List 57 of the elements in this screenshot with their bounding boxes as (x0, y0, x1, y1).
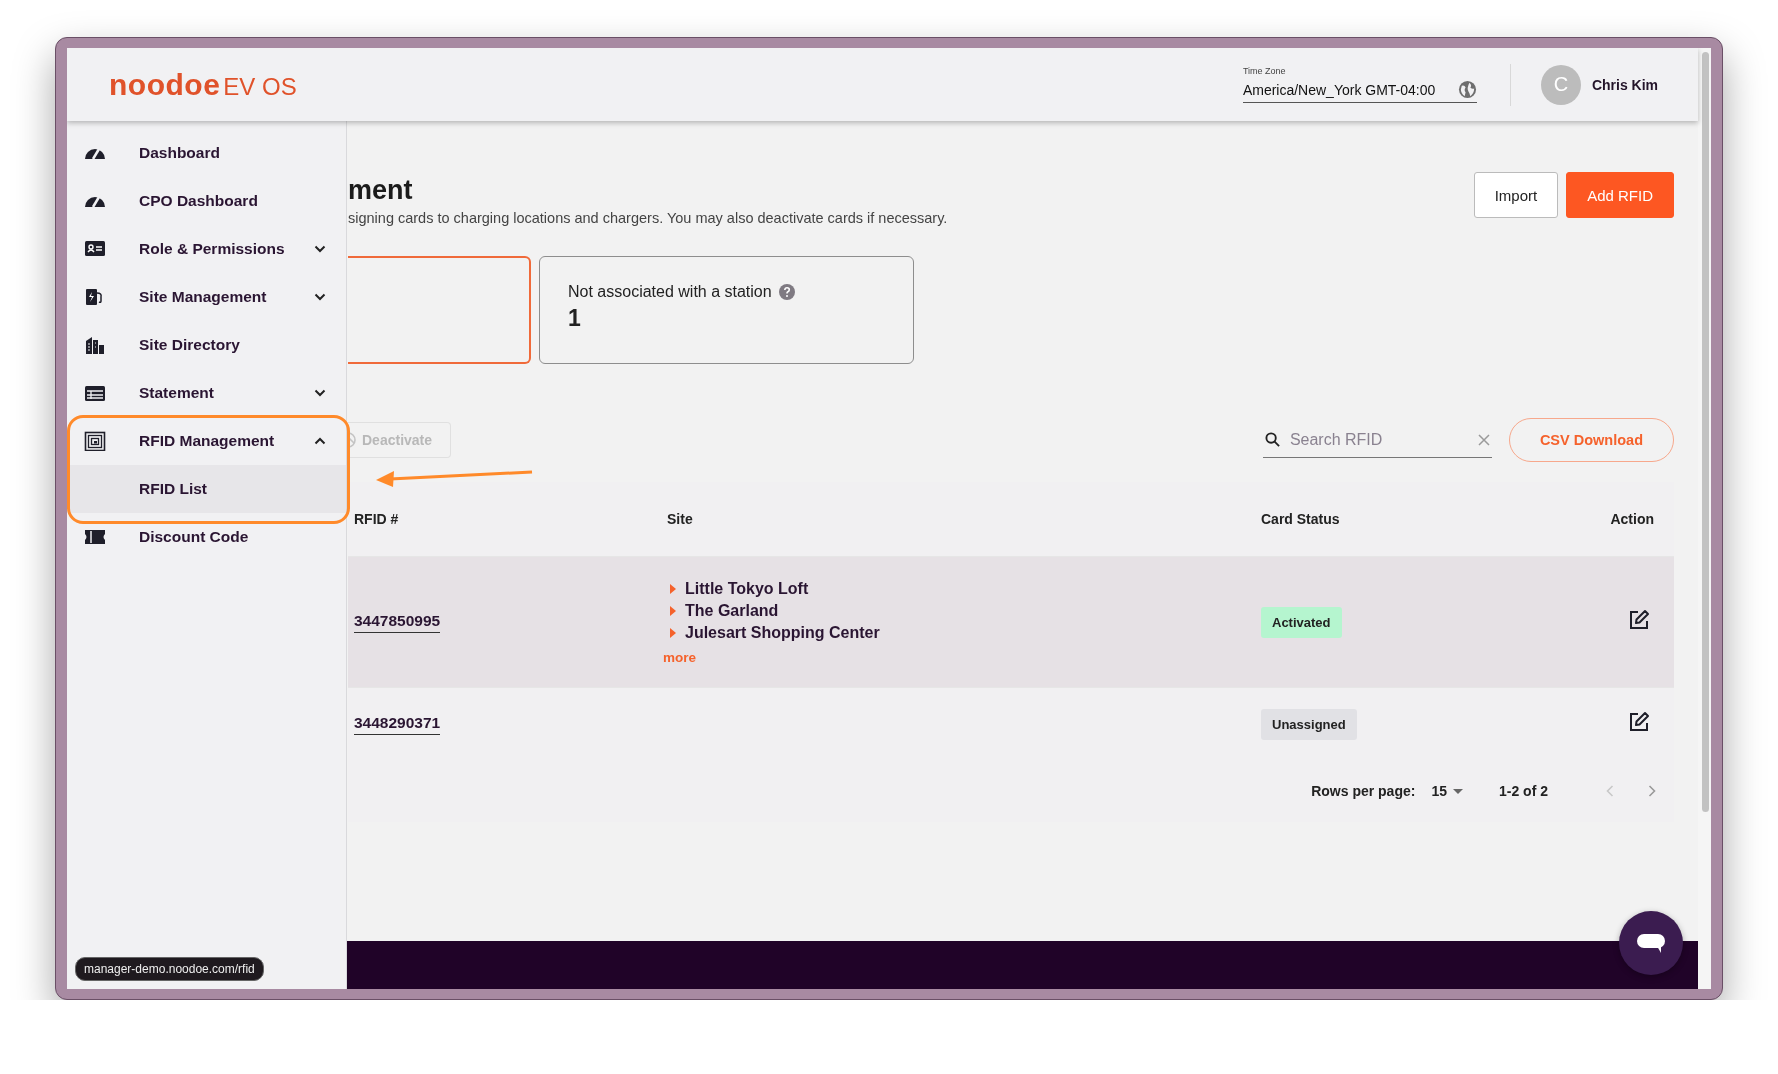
url-tooltip: manager-demo.noodoe.com/rfid (75, 957, 264, 981)
next-page-icon[interactable] (1648, 785, 1656, 797)
caret-right-icon (669, 605, 677, 616)
site-name: Little Tokyo Loft (685, 579, 809, 598)
avatar: C (1540, 64, 1581, 105)
import-button[interactable]: Import (1473, 172, 1559, 218)
rfid-card-icon (84, 431, 106, 451)
summary-card[interactable] (348, 256, 531, 364)
caret-right-icon (669, 627, 677, 638)
building-icon (84, 335, 106, 355)
site-name: The Garland (685, 601, 779, 620)
card-value: 1 (568, 305, 581, 332)
sidebar-item[interactable]: Role & Permissions (67, 225, 346, 273)
rfid-link[interactable]: 3448290371 (354, 713, 441, 735)
status-badge: Unassigned (1261, 708, 1357, 740)
caret-right-icon (669, 583, 677, 594)
logo: noodoe EV OS (108, 66, 298, 103)
sidebar-item[interactable]: RFID Management (67, 417, 346, 465)
sidebar-item[interactable]: Site Directory (67, 321, 346, 369)
rfid-link[interactable]: 3447850995 (354, 611, 441, 633)
sidebar-subitem[interactable]: RFID List (67, 465, 346, 513)
globe-icon (1457, 80, 1477, 99)
time-zone-label: Time Zone (1242, 66, 1286, 76)
table-icon (84, 383, 106, 403)
id-card-icon (84, 239, 106, 259)
edit-icon[interactable] (1628, 609, 1650, 631)
sidebar-item[interactable]: Site Management (67, 273, 346, 321)
blocked-icon (348, 432, 356, 448)
sidebar-item[interactable]: Discount Code (67, 513, 346, 561)
search-icon (1264, 432, 1280, 447)
dropdown-caret-icon (1453, 788, 1463, 794)
column-header: RFID # (354, 511, 400, 527)
chat-bubble-icon (1635, 931, 1667, 955)
page-range: 1-2 of 2 (1499, 783, 1548, 799)
ticket-icon (84, 527, 106, 547)
column-header: Card Status (1261, 511, 1341, 527)
sidebar-item[interactable]: CPO Dashboard (67, 177, 346, 225)
rows-per-page-select[interactable]: 15 (1431, 783, 1463, 799)
rows-per-page-label: Rows per page: (1311, 783, 1416, 799)
page-title: ment (348, 174, 413, 207)
help-icon (778, 284, 795, 300)
scrollbar[interactable] (1702, 52, 1709, 812)
clear-icon (1477, 433, 1490, 446)
column-header: Action (1610, 511, 1654, 527)
sidebar-item[interactable]: Dashboard (67, 129, 346, 177)
status-badge: Activated (1261, 606, 1342, 638)
summary-card[interactable]: Not associated with a station 1 (539, 256, 914, 364)
chat-button[interactable] (1619, 911, 1683, 975)
sidebar-item[interactable]: Statement (67, 369, 346, 417)
card-label: Not associated with a station (568, 283, 772, 301)
site-name: Julesart Shopping Center (685, 623, 880, 642)
column-header: Site (667, 511, 694, 527)
edit-icon[interactable] (1628, 711, 1650, 733)
user-name: Chris Kim (1591, 76, 1658, 93)
search-field[interactable]: Search RFID (1287, 429, 1470, 450)
time-zone-select[interactable]: America/New_York GMT-04:00 (1242, 80, 1477, 103)
page-description: signing cards to charging locations and chargers. You may also deactivate cards if necessary. (348, 210, 948, 226)
